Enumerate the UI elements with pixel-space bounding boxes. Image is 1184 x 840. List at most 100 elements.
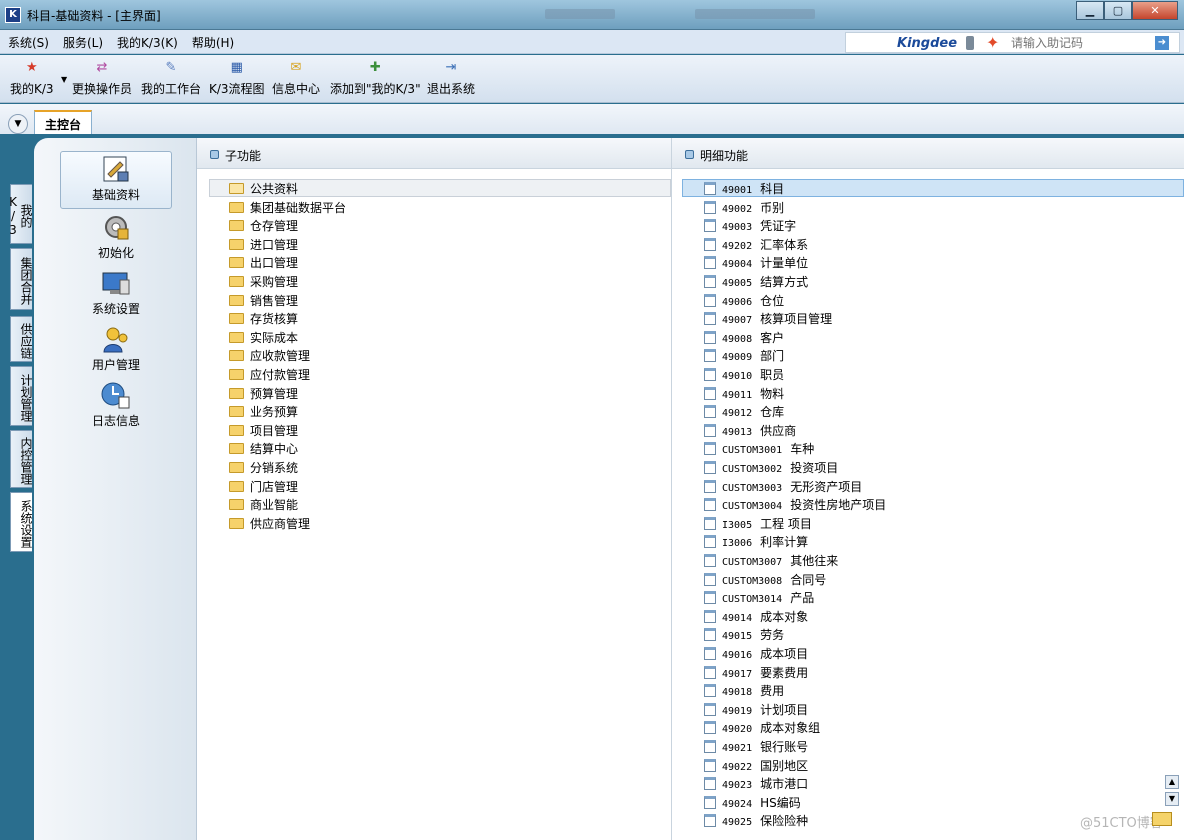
toolbar-button[interactable]: ✉ 信息中心 (272, 60, 320, 97)
detail-item[interactable]: CUSTOM3002 投资项目 (704, 459, 838, 477)
mail-icon[interactable] (1152, 812, 1172, 826)
detail-item[interactable]: 49019 计划项目 (704, 701, 808, 719)
subfunction-item[interactable]: 应付款管理 (229, 366, 310, 384)
detail-name: 部门 (760, 349, 785, 364)
toolbar-button[interactable]: ★ 我的K/3 (10, 60, 54, 97)
subfunction-item[interactable]: 结算中心 (229, 440, 298, 458)
detail-item[interactable]: 49011 物料 (704, 385, 784, 403)
detail-item[interactable]: 49025 保险险种 (704, 812, 808, 830)
detail-item[interactable]: 49015 劳务 (704, 626, 784, 644)
detail-item[interactable]: I3005 工程 项目 (704, 515, 812, 533)
menu-item[interactable]: 系统(S) (8, 34, 49, 51)
detail-item[interactable]: 49007 核算项目管理 (704, 310, 832, 328)
detail-item[interactable]: 49006 仓位 (704, 292, 784, 310)
subfunction-item[interactable]: 仓存管理 (229, 217, 298, 235)
scroll-up-button[interactable]: ▲ (1165, 775, 1179, 789)
detail-item[interactable]: 49018 费用 (704, 682, 784, 700)
subfunction-item[interactable]: 项目管理 (229, 422, 298, 440)
subfunction-item[interactable]: 存货核算 (229, 310, 298, 328)
detail-item[interactable]: CUSTOM3014 产品 (704, 589, 814, 607)
chevron-down-icon[interactable]: ▼ (8, 114, 28, 134)
detail-item[interactable]: 49022 国别地区 (704, 757, 808, 775)
detail-item[interactable]: 49001 科目 (682, 179, 1184, 197)
detail-name: HS编码 (760, 795, 801, 810)
detail-item[interactable]: 49024 HS编码 (704, 794, 801, 812)
toolbar-button[interactable]: ✎ 我的工作台 (141, 60, 201, 97)
toolbar-button[interactable]: ▦ K/3流程图 (209, 60, 265, 97)
subfunction-item[interactable]: 公共资料 (209, 179, 671, 197)
detail-item[interactable]: 49017 要素费用 (704, 664, 808, 682)
folder-icon (229, 220, 244, 232)
detail-item[interactable]: CUSTOM3001 车种 (704, 440, 814, 458)
detail-item[interactable]: CUSTOM3007 其他往来 (704, 552, 838, 570)
close-button[interactable]: ✕ (1132, 1, 1178, 20)
go-arrow-icon[interactable]: ➜ (1155, 36, 1169, 50)
menu-item[interactable]: 我的K/3(K) (117, 34, 178, 51)
document-icon (704, 777, 716, 791)
detail-item[interactable]: 49005 结算方式 (704, 273, 808, 291)
nav-item[interactable]: 日志信息 (60, 378, 172, 436)
detail-name: 合同号 (790, 572, 827, 587)
nav-item[interactable]: 系统设置 (60, 266, 172, 324)
subfunction-item[interactable]: 门店管理 (229, 478, 298, 496)
toolbar-button[interactable]: ✚ 添加到"我的K/3" (330, 60, 421, 97)
detail-item[interactable]: 49013 供应商 (704, 422, 796, 440)
nav-item[interactable]: 基础资料 (60, 151, 172, 209)
side-tab[interactable]: 供应链 (10, 316, 33, 362)
nav-item[interactable]: 用户管理 (60, 322, 172, 380)
subfunction-item[interactable]: 进口管理 (229, 236, 298, 254)
detail-item[interactable]: 49004 计量单位 (704, 254, 808, 272)
subfunction-item[interactable]: 应收款管理 (229, 347, 310, 365)
side-tab[interactable]: 系统设置 (10, 492, 33, 552)
subfunction-item[interactable]: 预算管理 (229, 385, 298, 403)
subfunction-item[interactable]: 出口管理 (229, 254, 298, 272)
detail-item[interactable]: CUSTOM3004 投资性房地产项目 (704, 496, 886, 514)
mnemonic-search-input[interactable] (1011, 34, 1141, 51)
detail-item[interactable]: CUSTOM3008 合同号 (704, 571, 826, 589)
detail-item[interactable]: 49012 仓库 (704, 403, 784, 421)
detail-item[interactable]: 49003 凭证字 (704, 217, 796, 235)
side-tab[interactable]: 集团合并 (10, 248, 33, 310)
side-tab[interactable]: 我的K/3 (6, 184, 33, 244)
subfunction-item[interactable]: 分销系统 (229, 459, 298, 477)
detail-item[interactable]: 49014 成本对象 (704, 608, 808, 626)
detail-code: 49024 (722, 798, 753, 810)
detail-item[interactable]: I3006 利率计算 (704, 533, 808, 551)
subfunction-label: 销售管理 (250, 293, 299, 308)
detail-item[interactable]: 49023 城市港口 (704, 775, 808, 793)
detail-item[interactable]: 49202 汇率体系 (704, 236, 808, 254)
document-icon (704, 535, 716, 549)
scroll-down-button[interactable]: ▼ (1165, 792, 1179, 806)
side-tab[interactable]: 内控管理 (10, 430, 33, 488)
detail-item[interactable]: CUSTOM3003 无形资产项目 (704, 478, 862, 496)
detail-item[interactable]: 49021 银行账号 (704, 738, 808, 756)
document-icon (704, 516, 716, 530)
subfunction-item[interactable]: 实际成本 (229, 329, 298, 347)
menu-item[interactable]: 服务(L) (63, 34, 103, 51)
exit-icon: ⇥ (445, 60, 457, 75)
subfunction-item[interactable]: 供应商管理 (229, 515, 310, 533)
detail-item[interactable]: 49009 部门 (704, 347, 784, 365)
detail-name: 其他往来 (790, 554, 839, 568)
tab-main-console[interactable]: 主控台 (34, 110, 93, 134)
document-icon (704, 758, 716, 772)
toolbar-button[interactable]: ⇄ 更换操作员 (72, 60, 132, 97)
detail-code: CUSTOM3003 (722, 482, 783, 494)
subfunction-item[interactable]: 采购管理 (229, 273, 298, 291)
detail-item[interactable]: 49008 客户 (704, 329, 784, 347)
toolbar-button[interactable]: ⇥ 退出系统 (427, 60, 475, 97)
menu-item[interactable]: 帮助(H) (192, 34, 234, 51)
dropdown-caret-icon[interactable]: ▼ (61, 75, 67, 84)
detail-item[interactable]: 49002 币别 (704, 199, 784, 217)
subfunction-item[interactable]: 商业智能 (229, 496, 298, 514)
maximize-button[interactable]: ▢ (1104, 1, 1132, 20)
subfunction-item[interactable]: 业务预算 (229, 403, 298, 421)
minimize-button[interactable]: ▁ (1076, 1, 1104, 20)
detail-item[interactable]: 49010 职员 (704, 366, 784, 384)
side-tab[interactable]: 计划管理 (10, 366, 33, 426)
detail-item[interactable]: 49020 成本对象组 (704, 719, 820, 737)
subfunction-item[interactable]: 销售管理 (229, 292, 298, 310)
nav-item[interactable]: 初始化 (60, 210, 172, 268)
subfunction-item[interactable]: 集团基础数据平台 (229, 199, 346, 217)
detail-item[interactable]: 49016 成本项目 (704, 645, 808, 663)
